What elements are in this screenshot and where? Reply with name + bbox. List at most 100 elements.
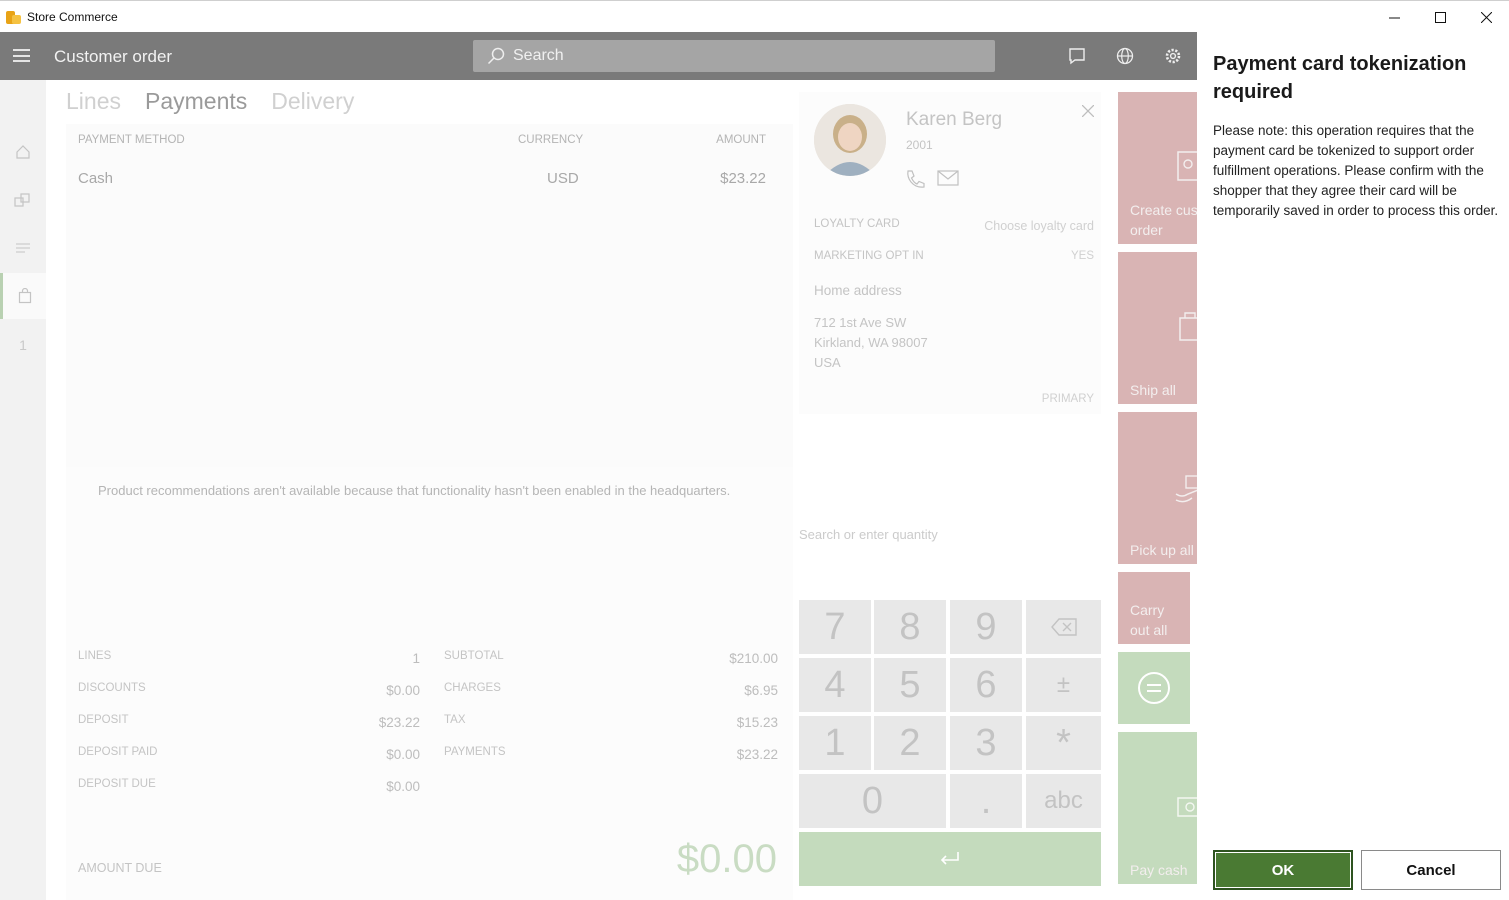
subtotal-value: $210.00 <box>729 651 778 666</box>
customer-name[interactable]: Karen Berg <box>906 109 1002 131</box>
tax-label: TAX <box>444 714 466 726</box>
window-title: Store Commerce <box>27 9 118 24</box>
left-navigation-rail: 1 <box>0 80 46 900</box>
primary-address-tag: PRIMARY <box>1041 393 1094 405</box>
amount-cell: $23.22 <box>720 170 766 187</box>
cash-icon <box>1177 797 1197 817</box>
discounts-value: $0.00 <box>386 683 420 698</box>
numpad-key-8[interactable]: 8 <box>874 600 946 654</box>
tab-delivery[interactable]: Delivery <box>271 88 354 115</box>
amount-due-value: $0.00 <box>676 837 777 881</box>
carry-out-all-button[interactable]: Carry out all <box>1118 572 1190 644</box>
nav-transactions[interactable] <box>0 225 46 271</box>
customer-card: Karen Berg 2001 LOYALTY CARD Choose loya… <box>799 92 1101 414</box>
lines-value: 1 <box>412 651 420 666</box>
deposit-label: DEPOSIT <box>78 714 129 726</box>
numpad-plus-minus-button[interactable]: ± <box>1026 658 1101 712</box>
create-order-label-2: order <box>1130 222 1163 238</box>
numpad-multiply-button[interactable]: * <box>1026 716 1101 770</box>
address-title: Home address <box>814 283 902 298</box>
minimize-button[interactable] <box>1371 1 1417 33</box>
package-icon <box>1179 312 1197 341</box>
column-header-amount: AMOUNT <box>716 134 766 146</box>
phone-icon[interactable] <box>904 168 926 195</box>
numpad-key-9[interactable]: 9 <box>950 600 1022 654</box>
remove-customer-button[interactable] <box>1081 101 1095 122</box>
products-icon <box>14 193 30 207</box>
charges-value: $6.95 <box>744 683 778 698</box>
create-customer-order-button[interactable]: Create cust order <box>1118 92 1197 244</box>
numpad-backspace-button[interactable] <box>1026 600 1101 654</box>
search-icon <box>487 47 505 65</box>
charges-label: CHARGES <box>444 682 501 694</box>
carry-out-label-2: out all <box>1130 622 1168 638</box>
totals-panel: LINES 1 DISCOUNTS $0.00 DEPOSIT $23.22 D… <box>66 637 793 900</box>
marketing-opt-in-value: YES <box>1070 250 1094 262</box>
nav-cart-count[interactable]: 1 <box>0 322 46 368</box>
payments-total-value: $23.22 <box>736 747 778 762</box>
ok-button[interactable]: OK <box>1213 850 1353 890</box>
marketing-opt-in-label: MARKETING OPT IN <box>814 250 924 262</box>
message-icon[interactable] <box>1065 44 1089 68</box>
order-tabs: Lines Payments Delivery <box>66 88 354 115</box>
address-line-1: 712 1st Ave SW <box>814 315 907 330</box>
recommendations-message: Product recommendations aren't available… <box>98 483 731 498</box>
column-header-payment-method: PAYMENT METHOD <box>78 134 185 146</box>
page-title: Customer order <box>54 47 173 66</box>
numpad-abc-button[interactable]: abc <box>1026 774 1101 828</box>
numpad-decimal-button[interactable]: . <box>950 774 1022 828</box>
close-icon <box>1480 11 1492 23</box>
home-icon <box>16 145 30 159</box>
pick-up-all-label: Pick up all <box>1130 542 1194 558</box>
nav-current-order[interactable] <box>0 273 46 319</box>
menu-icon[interactable] <box>13 49 30 62</box>
numpad-key-2[interactable]: 2 <box>874 716 946 770</box>
close-icon <box>1081 104 1095 118</box>
subtotal-label: SUBTOTAL <box>444 650 504 662</box>
tax-value: $15.23 <box>736 715 778 730</box>
choose-loyalty-card-link[interactable]: Choose loyalty card <box>984 219 1094 233</box>
nav-products[interactable] <box>0 177 46 223</box>
more-options-button[interactable] <box>1118 652 1190 724</box>
carry-out-label-1: Carry <box>1130 602 1165 618</box>
cart-count-badge: 1 <box>19 337 27 353</box>
globe-icon[interactable] <box>1113 44 1137 68</box>
numpad-key-7[interactable]: 7 <box>799 600 871 654</box>
pay-cash-button[interactable]: Pay cash <box>1118 732 1197 884</box>
gear-icon[interactable] <box>1161 44 1185 68</box>
numpad-key-0[interactable]: 0 <box>799 774 946 828</box>
deposit-due-label: DEPOSIT DUE <box>78 778 156 790</box>
avatar <box>814 104 886 176</box>
discounts-label: DISCOUNTS <box>78 682 146 694</box>
window-title-bar: Store Commerce <box>0 0 1509 32</box>
numpad-key-3[interactable]: 3 <box>950 716 1022 770</box>
numpad-enter-button[interactable] <box>799 832 1101 886</box>
search-input[interactable] <box>511 46 971 66</box>
nav-home[interactable] <box>0 129 46 175</box>
amount-due-label: AMOUNT DUE <box>78 861 162 875</box>
quantity-search-input[interactable]: Search or enter quantity <box>799 527 938 542</box>
currency-cell: USD <box>547 170 579 187</box>
pay-cash-label: Pay cash <box>1130 862 1188 878</box>
numpad-key-5[interactable]: 5 <box>874 658 946 712</box>
maximize-button[interactable] <box>1417 1 1463 33</box>
ship-all-button[interactable]: Ship all <box>1118 252 1197 404</box>
tokenization-dialog: Payment card tokenization required Pleas… <box>1197 32 1509 900</box>
close-window-button[interactable] <box>1463 1 1509 33</box>
ship-all-label: Ship all <box>1130 382 1176 398</box>
maximize-icon <box>1434 11 1446 23</box>
search-box[interactable] <box>473 40 995 72</box>
pick-up-all-button[interactable]: Pick up all <box>1118 412 1197 564</box>
customer-id: 2001 <box>906 138 933 152</box>
deposit-value: $23.22 <box>378 715 420 730</box>
payment-method-cell: Cash <box>78 170 114 187</box>
mail-icon[interactable] <box>937 170 959 191</box>
tab-payments[interactable]: Payments <box>145 88 247 115</box>
numpad-key-4[interactable]: 4 <box>799 658 871 712</box>
pickup-hand-icon <box>1175 475 1197 503</box>
numpad-key-6[interactable]: 6 <box>950 658 1022 712</box>
cancel-button[interactable]: Cancel <box>1361 850 1501 890</box>
store-commerce-logo-icon <box>6 9 22 25</box>
tab-lines[interactable]: Lines <box>66 88 121 115</box>
numpad-key-1[interactable]: 1 <box>799 716 871 770</box>
